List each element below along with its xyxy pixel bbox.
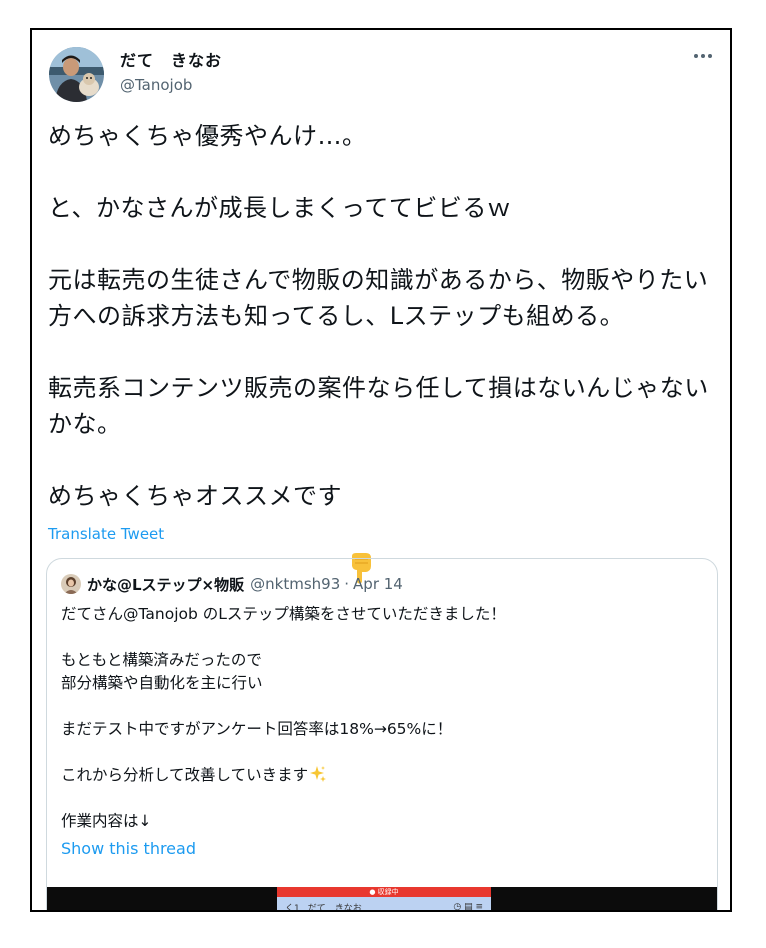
tweet-paragraph-last: めちゃくちゃオススメです bbox=[48, 478, 718, 584]
quoted-line: 作業内容は↓ bbox=[61, 812, 152, 830]
tweet-paragraph-text: めちゃくちゃオススメです bbox=[48, 482, 342, 510]
sparkles-emoji-icon bbox=[309, 765, 327, 783]
tweet-paragraph: 転売系コンテンツ販売の案件なら任して損はないんじゃないかな。 bbox=[48, 374, 709, 438]
quoted-date: Apr 14 bbox=[353, 575, 403, 593]
translate-tweet-link[interactable]: Translate Tweet bbox=[48, 524, 164, 544]
tweet-paragraph: 元は転売の生徒さんで物販の知識があるから、物販やりたい方への訴求方法も知ってるし… bbox=[48, 266, 709, 330]
more-options-icon[interactable] bbox=[690, 44, 716, 68]
quoted-tweet[interactable]: かな@Lステップ×物販 @nktmsh93 · Apr 14 だてさん@Tano… bbox=[46, 558, 718, 912]
tweet-paragraph: と、かなさんが成長しまくっててビビるｗ bbox=[48, 194, 512, 222]
quoted-gap bbox=[61, 741, 701, 764]
show-thread-link[interactable]: Show this thread bbox=[61, 837, 701, 861]
author-handle[interactable]: @Tanojob bbox=[120, 74, 222, 96]
more-dot bbox=[701, 54, 705, 58]
quoted-tweet-text: だてさん@Tanojob のLステップ構築をさせていただきました！ もともと構築… bbox=[61, 603, 701, 861]
tweet-card: だて きなお @Tanojob めちゃくちゃ優秀やんけ…。 と、かなさんが成長し… bbox=[30, 28, 732, 912]
more-dot bbox=[708, 54, 712, 58]
recording-bar: ● 収録中 bbox=[277, 887, 491, 897]
tweet-paragraph: めちゃくちゃ優秀やんけ…。 bbox=[48, 122, 367, 150]
quoted-line-text: これから分析して改善していきます bbox=[61, 766, 309, 784]
quoted-tweet-header: かな@Lステップ×物販 @nktmsh93 · Apr 14 bbox=[61, 573, 403, 595]
quoted-gap bbox=[61, 695, 701, 718]
author-display-name[interactable]: だて きなお bbox=[120, 50, 222, 72]
quoted-line: もともと構築済みだったので bbox=[61, 651, 262, 669]
tweet-header: だて きなお @Tanojob bbox=[46, 44, 716, 104]
phone-nav-back: く1 bbox=[285, 903, 300, 912]
phone-nav-name: だて きなお bbox=[307, 903, 362, 912]
quoted-media-preview[interactable]: ● 収録中 く1 だて きなお ◷ ▤ ≡ bbox=[47, 887, 717, 912]
quoted-line-with-emoji: これから分析して改善していきます bbox=[61, 764, 701, 787]
phone-nav-icons: ◷ ▤ ≡ bbox=[453, 902, 483, 912]
phone-nav-bar: く1 だて きなお ◷ ▤ ≡ bbox=[277, 897, 491, 912]
quoted-line: だてさん@Tanojob のLステップ構築をさせていただきました！ bbox=[61, 605, 506, 623]
more-dot bbox=[694, 54, 698, 58]
quoted-line: まだテスト中ですがアンケート回答率は18%→65%に！ bbox=[61, 720, 453, 738]
quoted-line: 部分構築や自動化を主に行い bbox=[61, 674, 263, 692]
quoted-handle: @nktmsh93 bbox=[250, 575, 341, 593]
pointing-down-emoji-icon bbox=[346, 480, 374, 584]
author-block: だて きなお @Tanojob bbox=[120, 50, 222, 96]
quoted-separator: · bbox=[344, 575, 350, 593]
quoted-author-avatar bbox=[61, 574, 81, 594]
quoted-gap bbox=[61, 787, 701, 810]
quoted-gap bbox=[61, 626, 701, 649]
quoted-display-name: かな@Lステップ×物販 bbox=[87, 575, 245, 594]
phone-screenshot-thumbnail: ● 収録中 く1 だて きなお ◷ ▤ ≡ bbox=[277, 887, 491, 912]
tweet-text: めちゃくちゃ優秀やんけ…。 と、かなさんが成長しまくっててビビるｗ 元は転売の生… bbox=[48, 118, 718, 584]
author-avatar[interactable] bbox=[49, 47, 104, 102]
